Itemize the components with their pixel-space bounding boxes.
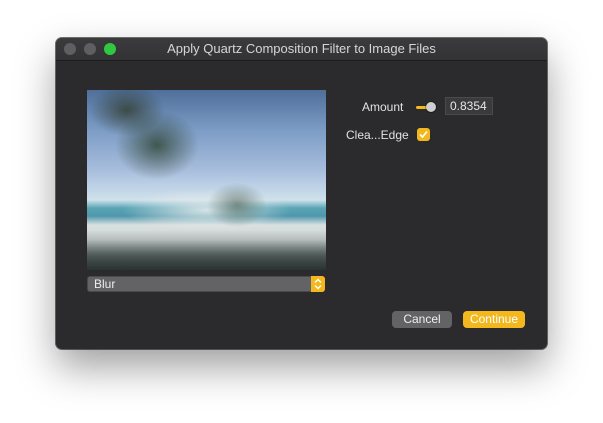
- clear-edge-checkbox[interactable]: [417, 128, 430, 141]
- image-preview: [87, 90, 326, 270]
- continue-button[interactable]: Continue: [463, 311, 525, 328]
- amount-slider[interactable]: [416, 101, 436, 113]
- checkmark-icon: [419, 130, 428, 139]
- amount-field[interactable]: 0.8354: [445, 97, 493, 115]
- filter-popup-button[interactable]: Blur: [87, 276, 325, 292]
- clear-edge-label: Clea...Edge: [346, 128, 409, 142]
- filter-popup-label: Blur: [94, 277, 116, 291]
- amount-label: Amount: [362, 100, 404, 114]
- amount-slider-knob[interactable]: [426, 102, 436, 112]
- cancel-button[interactable]: Cancel: [392, 311, 452, 328]
- dialog-window: Apply Quartz Composition Filter to Image…: [56, 38, 547, 349]
- title-bar[interactable]: Apply Quartz Composition Filter to Image…: [56, 38, 547, 61]
- chevron-up-down-icon: [311, 276, 325, 292]
- window-title: Apply Quartz Composition Filter to Image…: [167, 41, 436, 56]
